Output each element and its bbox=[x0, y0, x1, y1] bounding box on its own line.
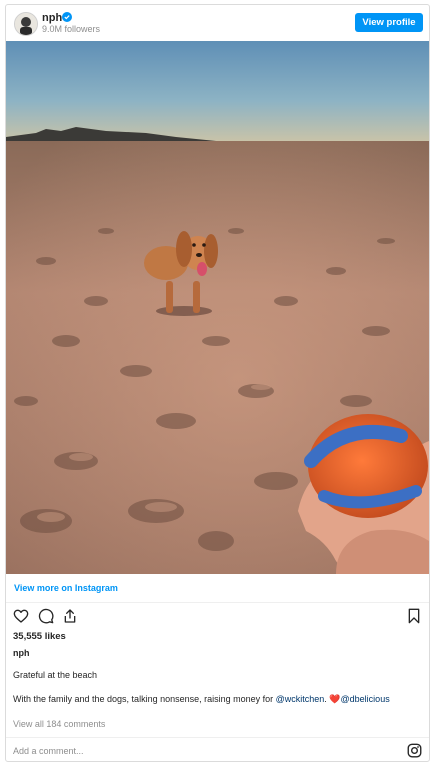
share-icon[interactable] bbox=[62, 608, 78, 624]
add-comment-row bbox=[6, 737, 429, 764]
view-more-row: View more on Instagram bbox=[6, 574, 429, 603]
mention-link[interactable]: @dbelicious bbox=[341, 694, 390, 704]
verified-badge-icon bbox=[62, 12, 72, 22]
instagram-logo-icon[interactable] bbox=[407, 743, 422, 758]
post-header: nph 9.0M followers View profile bbox=[6, 5, 429, 41]
caption-text: With the family and the dogs, talking no… bbox=[13, 694, 276, 704]
like-count[interactable]: 35,555 likes bbox=[13, 631, 66, 642]
heart-icon[interactable] bbox=[13, 608, 29, 624]
bookmark-icon[interactable] bbox=[406, 608, 422, 624]
caption-line: With the family and the dogs, talking no… bbox=[13, 694, 390, 705]
mention-link[interactable]: @wckitchen bbox=[276, 694, 325, 704]
add-comment-input[interactable] bbox=[13, 743, 343, 759]
heart-emoji: ❤️ bbox=[329, 694, 341, 704]
username[interactable]: nph bbox=[42, 12, 62, 24]
post-photo[interactable] bbox=[6, 41, 429, 574]
caption-line: Grateful at the beach bbox=[13, 670, 98, 680]
avatar[interactable] bbox=[14, 12, 38, 36]
post-actions bbox=[6, 603, 429, 629]
view-all-comments-link[interactable]: View all 184 comments bbox=[13, 719, 105, 729]
comment-icon[interactable] bbox=[38, 608, 54, 624]
follower-count: 9.0M followers bbox=[42, 24, 101, 34]
instagram-embed-card: nph 9.0M followers View profile View mor… bbox=[5, 4, 430, 762]
view-profile-button[interactable]: View profile bbox=[355, 13, 423, 32]
beach-dog-photo bbox=[6, 41, 429, 574]
view-more-on-instagram-link[interactable]: View more on Instagram bbox=[14, 583, 118, 593]
caption-owner[interactable]: nph bbox=[13, 648, 30, 658]
